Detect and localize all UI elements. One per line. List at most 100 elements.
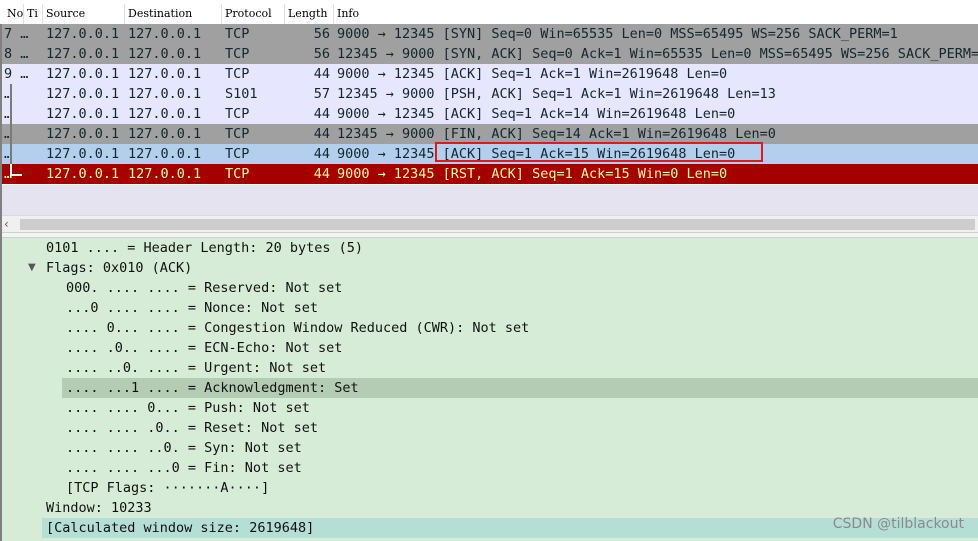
detail-text: Window: 10233 [46,500,152,516]
detail-text: 0101 .... = Header Length: 20 bytes (5) [46,240,363,256]
detail-row[interactable]: .... 0... .... = Congestion Window Reduc… [0,318,978,338]
packet-info: 9000 → 12345 [SYN] Seq=0 Win=65535 Len=0… [337,26,898,42]
detail-text: 000. .... .... = Reserved: Not set [66,280,343,296]
detail-row[interactable]: [TCP Flags: ·······A····] [0,478,978,498]
packet-row[interactable]: 9 … 127.0.0.1 127.0.0.1 TCP 44 9000 → 12345 [… [0,64,978,84]
detail-text: .... .0.. .... = ECN-Echo: Not set [66,340,343,356]
packet-destination: 127.0.0.1 [128,126,202,142]
packet-no: 8 … [4,46,29,62]
packet-list[interactable]: No Ti Source Destination Protocol Length… [0,0,978,215]
packet-protocol: TCP [225,46,250,62]
packet-info: 12345 → 9000 [FIN, ACK] Seq=14 Ack=1 Win… [337,126,776,142]
detail-text: .... .... .0.. = Reset: Not set [66,420,318,436]
detail-text: [TCP Flags: ·······A····] [66,480,270,496]
packet-length: 44 [313,126,330,142]
packet-protocol: S101 [225,86,258,102]
packet-row[interactable]: … 127.0.0.1 127.0.0.1 TCP 44 9000 → 12345 [RS… [0,164,978,184]
packet-row[interactable]: 8 … 127.0.0.1 127.0.0.1 TCP 56 12345 → 9000 [… [0,44,978,64]
scrollbar-thumb[interactable] [20,219,975,230]
detail-row[interactable]: .... .... .0.. = Reset: Not set [0,418,978,438]
detail-row[interactable]: .... ...1 .... = Acknowledgment: Set [0,378,978,398]
annotation-highlight-box [435,142,763,162]
watermark: CSDN @tilblackout [832,516,964,532]
packet-no: 7 … [4,26,29,42]
packet-destination: 127.0.0.1 [128,106,202,122]
packet-length: 57 [313,86,330,102]
column-header-protocol[interactable]: Protocol [222,4,285,24]
conversation-tree-line [10,164,22,176]
conversation-tree-line [10,124,12,144]
detail-text: .... .... ..0. = Syn: Not set [66,440,302,456]
packet-length: 56 [313,26,330,42]
detail-row[interactable]: ...0 .... .... = Nonce: Not set [0,298,978,318]
packet-row[interactable]: … 127.0.0.1 127.0.0.1 S101 57 12345 → 9000 [P… [0,84,978,104]
packet-info: 12345 → 9000 [PSH, ACK] Seq=1 Ack=1 Win=… [337,86,776,102]
packet-list-header: No Ti Source Destination Protocol Length… [0,4,978,25]
detail-text: .... .... 0... = Push: Not set [66,400,310,416]
packet-length: 44 [313,66,330,82]
conversation-tree-line [10,144,12,164]
packet-rows: 7 … 127.0.0.1 127.0.0.1 TCP 56 9000 → 12345 [… [0,24,978,184]
packet-protocol: TCP [225,26,250,42]
packet-source: 127.0.0.1 [46,66,120,82]
detail-text: .... .... ...0 = Fin: Not set [66,460,302,476]
packet-info: 9000 → 12345 [ACK] Seq=1 Ack=1 Win=26196… [337,66,728,82]
packet-protocol: TCP [225,66,250,82]
packet-info: 9000 → 12345 [RST, ACK] Seq=1 Ack=15 Win… [337,166,728,182]
detail-text: ...0 .... .... = Nonce: Not set [66,300,318,316]
packet-length: 44 [313,146,330,162]
detail-row[interactable]: Window: 10233 [0,498,978,518]
column-header-time[interactable]: Ti [24,4,43,24]
detail-text: [Calculated window size: 2619648] [46,520,315,536]
packet-source: 127.0.0.1 [46,26,120,42]
detail-text: .... ..0. .... = Urgent: Not set [66,360,327,376]
packet-no: 9 … [4,66,29,82]
conversation-tree-line [10,84,12,104]
packet-row[interactable]: … 127.0.0.1 127.0.0.1 TCP 44 9000 → 12345 [AC… [0,142,978,164]
detail-row[interactable]: .... .0.. .... = ECN-Echo: Not set [0,338,978,358]
detail-row[interactable]: ▼ Flags: 0x010 (ACK) [0,258,978,278]
packet-destination: 127.0.0.1 [128,66,202,82]
packet-destination: 127.0.0.1 [128,166,202,182]
conversation-tree-line [10,104,12,124]
packet-row[interactable]: … 127.0.0.1 127.0.0.1 TCP 44 12345 → 9000 [FI… [0,124,978,144]
packet-source: 127.0.0.1 [46,46,120,62]
column-header-no[interactable]: No [4,4,24,24]
detail-row[interactable]: .... .... ..0. = Syn: Not set [0,438,978,458]
packet-list-empty-area [0,185,978,215]
scroll-left-arrow-icon[interactable]: ‹ [4,217,16,232]
packet-source: 127.0.0.1 [46,166,120,182]
packet-protocol: TCP [225,146,250,162]
detail-text: Flags: 0x010 (ACK) [46,260,193,276]
packet-source: 127.0.0.1 [46,146,120,162]
packet-destination: 127.0.0.1 [128,26,202,42]
detail-row[interactable]: 000. .... .... = Reserved: Not set [0,278,978,298]
packet-destination: 127.0.0.1 [128,46,202,62]
packet-length: 56 [313,46,330,62]
packet-length: 44 [313,166,330,182]
detail-text: .... 0... .... = Congestion Window Reduc… [66,320,530,336]
packet-row[interactable]: 7 … 127.0.0.1 127.0.0.1 TCP 56 9000 → 12345 [… [0,24,978,44]
detail-text: .... ...1 .... = Acknowledgment: Set [66,380,359,396]
detail-row[interactable]: 0101 .... = Header Length: 20 bytes (5) [0,238,978,258]
column-header-info[interactable]: Info [334,4,978,24]
packet-row[interactable]: … 127.0.0.1 127.0.0.1 TCP 44 9000 → 12345 [AC… [0,104,978,124]
packet-info: 9000 → 12345 [ACK] Seq=1 Ack=14 Win=2619… [337,106,736,122]
packet-source: 127.0.0.1 [46,86,120,102]
detail-row[interactable]: .... .... 0... = Push: Not set [0,398,978,418]
left-border [0,24,2,541]
packet-details-pane[interactable]: 0101 .... = Header Length: 20 bytes (5) ▼… [0,238,978,541]
detail-row[interactable]: .... ..0. .... = Urgent: Not set [0,358,978,378]
column-header-destination[interactable]: Destination [125,4,222,24]
detail-row[interactable]: .... .... ...0 = Fin: Not set [0,458,978,478]
packet-source: 127.0.0.1 [46,106,120,122]
chevron-down-icon[interactable]: ▼ [28,258,40,278]
column-header-length[interactable]: Length [285,4,334,24]
detail-row[interactable]: [Calculated window size: 2619648] [0,518,978,538]
horizontal-scrollbar[interactable]: ‹ [0,215,978,233]
packet-source: 127.0.0.1 [46,126,120,142]
packet-info: 12345 → 9000 [SYN, ACK] Seq=0 Ack=1 Win=… [337,46,978,62]
packet-protocol: TCP [225,106,250,122]
column-header-source[interactable]: Source [43,4,125,24]
packet-length: 44 [313,106,330,122]
